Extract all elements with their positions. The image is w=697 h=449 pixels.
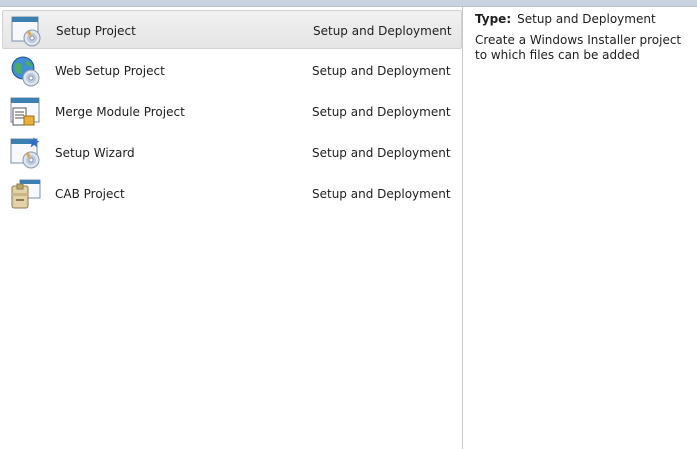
template-type-line: Type: Setup and Deployment (475, 12, 690, 26)
template-item-merge-module-project[interactable]: Merge Module Project Setup and Deploymen… (2, 92, 462, 131)
template-details-panel: Type: Setup and Deployment Create a Windo… (475, 12, 690, 63)
template-name: Setup Project (56, 24, 136, 38)
template-description: Create a Windows Installer project to wh… (475, 33, 682, 62)
template-name: Web Setup Project (55, 64, 165, 78)
template-item-setup-project[interactable]: Setup Project Setup and Deployment (2, 10, 462, 49)
template-category: Setup and Deployment (312, 105, 451, 119)
template-category: Setup and Deployment (313, 24, 452, 38)
template-name: Setup Wizard (55, 146, 135, 160)
template-category: Setup and Deployment (312, 146, 451, 160)
template-name: CAB Project (55, 187, 125, 201)
template-list[interactable]: Setup Project Setup and Deployment Web S… (0, 7, 462, 449)
merge-module-project-icon (10, 97, 40, 126)
template-item-web-setup-project[interactable]: Web Setup Project Setup and Deployment (2, 51, 462, 90)
template-item-setup-wizard[interactable]: Setup Wizard Setup and Deployment (2, 133, 462, 172)
pane-divider (462, 7, 463, 449)
setup-wizard-icon (10, 137, 40, 169)
dialog-top-edge (0, 0, 697, 7)
template-item-cab-project[interactable]: CAB Project Setup and Deployment (2, 174, 462, 213)
web-setup-project-icon (11, 56, 40, 87)
type-value: Setup and Deployment (517, 12, 656, 26)
cab-project-icon (11, 179, 41, 209)
template-category: Setup and Deployment (312, 187, 451, 201)
template-name: Merge Module Project (55, 105, 185, 119)
template-category: Setup and Deployment (312, 64, 451, 78)
type-label: Type: (475, 12, 512, 26)
setup-project-icon (11, 16, 41, 47)
